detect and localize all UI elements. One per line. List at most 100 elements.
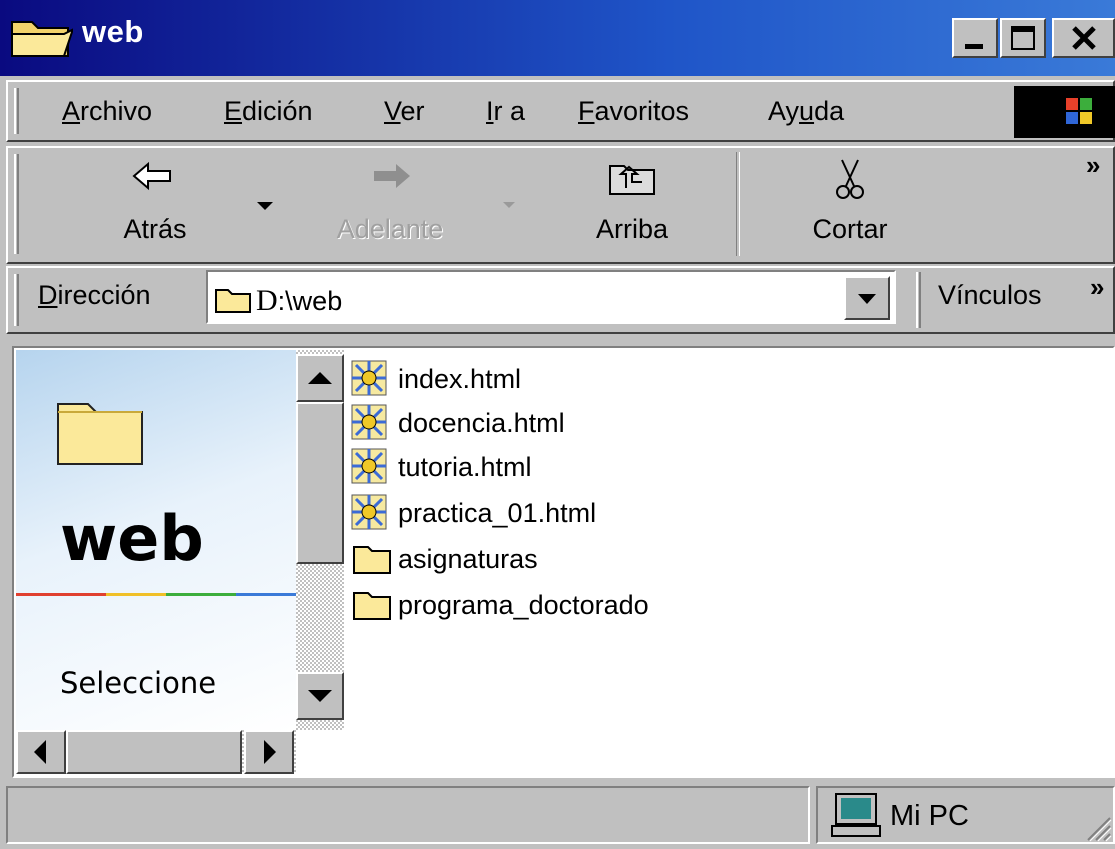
file-name: index.html <box>398 363 522 394</box>
divider-blue <box>236 593 296 596</box>
chevron-down-icon <box>257 202 273 210</box>
forward-arrow-icon <box>374 164 410 188</box>
resize-grip-icon <box>1087 817 1112 842</box>
html-doc-icon <box>350 359 394 399</box>
menu-favoritos-accel: F <box>578 96 595 126</box>
menu-archivo[interactable]: Archivo <box>62 96 152 127</box>
close-button[interactable] <box>1052 18 1115 58</box>
horizontal-scroll-thumb[interactable] <box>66 730 242 774</box>
menu-archivo-accel: A <box>62 96 81 126</box>
menu-ayuda[interactable]: Ayuda <box>768 96 844 127</box>
scroll-left-button[interactable] <box>16 730 66 774</box>
toolbar-chevron-more[interactable]: » <box>1086 150 1100 181</box>
menu-favoritos-label: avoritos <box>594 96 690 126</box>
menu-ver[interactable]: Ver <box>384 96 425 127</box>
forward-button[interactable]: Adelante <box>300 158 480 258</box>
address-dropdown-button[interactable] <box>844 276 890 320</box>
forward-label: Adelante <box>336 214 444 244</box>
file-item[interactable]: docencia.html <box>350 400 565 446</box>
menu-archivo-label: rchivo <box>80 96 153 126</box>
resize-grip[interactable] <box>1080 810 1112 842</box>
divider-red <box>16 593 106 596</box>
address-label: Dirección <box>38 280 151 311</box>
folder-item[interactable]: programa_doctorado <box>350 582 649 628</box>
scroll-down-button[interactable] <box>296 672 344 720</box>
menu-ir-a-accel: I <box>486 96 494 126</box>
file-name: practica_01.html <box>398 497 597 528</box>
folder-icon <box>214 284 252 314</box>
menu-favoritos[interactable]: Favoritos <box>578 96 689 127</box>
back-arrow-icon <box>132 161 171 191</box>
chevron-down-icon <box>503 202 515 208</box>
back-history-dropdown[interactable] <box>250 196 280 216</box>
menu-edicion[interactable]: Edición <box>224 96 313 127</box>
folder-icon <box>350 585 394 625</box>
menu-ayuda-accel: u <box>799 96 815 126</box>
folder-title-large: web <box>60 502 204 575</box>
folder-name: programa_doctorado <box>398 589 649 620</box>
menu-ver-accel: V <box>384 96 401 126</box>
arrow-right-icon <box>264 740 276 764</box>
minimize-icon <box>954 20 996 56</box>
address-value: D:\web <box>256 284 342 318</box>
links-grip[interactable] <box>916 272 921 328</box>
folder-large-icon <box>57 403 143 465</box>
forward-history-dropdown[interactable] <box>494 196 524 216</box>
back-label: Atrás <box>123 214 187 244</box>
menu-ver-label: er <box>400 96 425 126</box>
folder-up-icon <box>609 165 655 195</box>
address-grip[interactable] <box>14 274 19 326</box>
vertical-scroll-thumb[interactable] <box>296 402 344 564</box>
menu-edicion-label: dición <box>242 96 313 126</box>
menu-ayuda-label: da <box>814 96 845 126</box>
address-label-accel: D <box>38 280 58 310</box>
address-drive: D <box>256 284 278 317</box>
scroll-right-button[interactable] <box>244 730 294 774</box>
scroll-up-button[interactable] <box>296 354 344 402</box>
html-doc-icon <box>350 447 394 487</box>
up-label: Arriba <box>595 214 669 244</box>
folder-name: asignaturas <box>398 543 538 574</box>
folder-item[interactable]: asignaturas <box>350 536 538 582</box>
chevron-down-icon <box>858 294 876 304</box>
status-zone-label: Mi PC <box>890 800 969 832</box>
arrow-left-icon <box>34 740 46 764</box>
windows-logo-icon <box>1066 98 1092 124</box>
divider-yellow <box>106 593 166 596</box>
close-icon <box>1054 20 1113 56</box>
menu-grip[interactable] <box>14 88 19 134</box>
file-name: tutoria.html <box>398 451 532 482</box>
up-button[interactable]: Arriba <box>562 158 702 258</box>
menu-ir-a-label: r a <box>493 96 526 126</box>
folder-icon <box>350 539 394 579</box>
windows-logo-throbber <box>1014 86 1115 138</box>
file-item[interactable]: tutoria.html <box>350 444 532 490</box>
file-name: docencia.html <box>398 407 565 438</box>
links-label[interactable]: Vínculos <box>938 280 1042 311</box>
links-chevron-more[interactable]: » <box>1090 272 1104 303</box>
status-panel-main <box>6 786 810 844</box>
arrow-down-icon <box>308 690 332 702</box>
title-bar[interactable]: web <box>0 0 1115 76</box>
menu-ayuda-pre: Ay <box>768 96 800 126</box>
address-path: :\web <box>277 286 343 316</box>
maximize-icon <box>1002 20 1044 56</box>
html-doc-icon <box>350 493 394 533</box>
toolbar-separator <box>736 152 740 256</box>
cut-button[interactable]: Cortar <box>782 158 918 258</box>
arrow-up-icon <box>308 372 332 384</box>
file-item[interactable]: practica_01.html <box>350 490 596 536</box>
info-hint-text: Seleccione <box>60 666 217 700</box>
scissors-icon <box>836 159 864 199</box>
menu-edicion-accel: E <box>224 96 243 126</box>
window-title: web <box>82 14 144 49</box>
maximize-button[interactable] <box>1000 18 1046 58</box>
cut-label: Cortar <box>812 214 888 244</box>
minimize-button[interactable] <box>952 18 998 58</box>
back-button[interactable]: Atrás <box>70 158 240 258</box>
file-item[interactable]: index.html <box>350 356 521 402</box>
address-label-text: irección <box>57 280 151 310</box>
menu-ir-a[interactable]: Ir a <box>486 96 525 127</box>
toolbar-grip[interactable] <box>14 154 19 254</box>
divider-green <box>166 593 236 596</box>
